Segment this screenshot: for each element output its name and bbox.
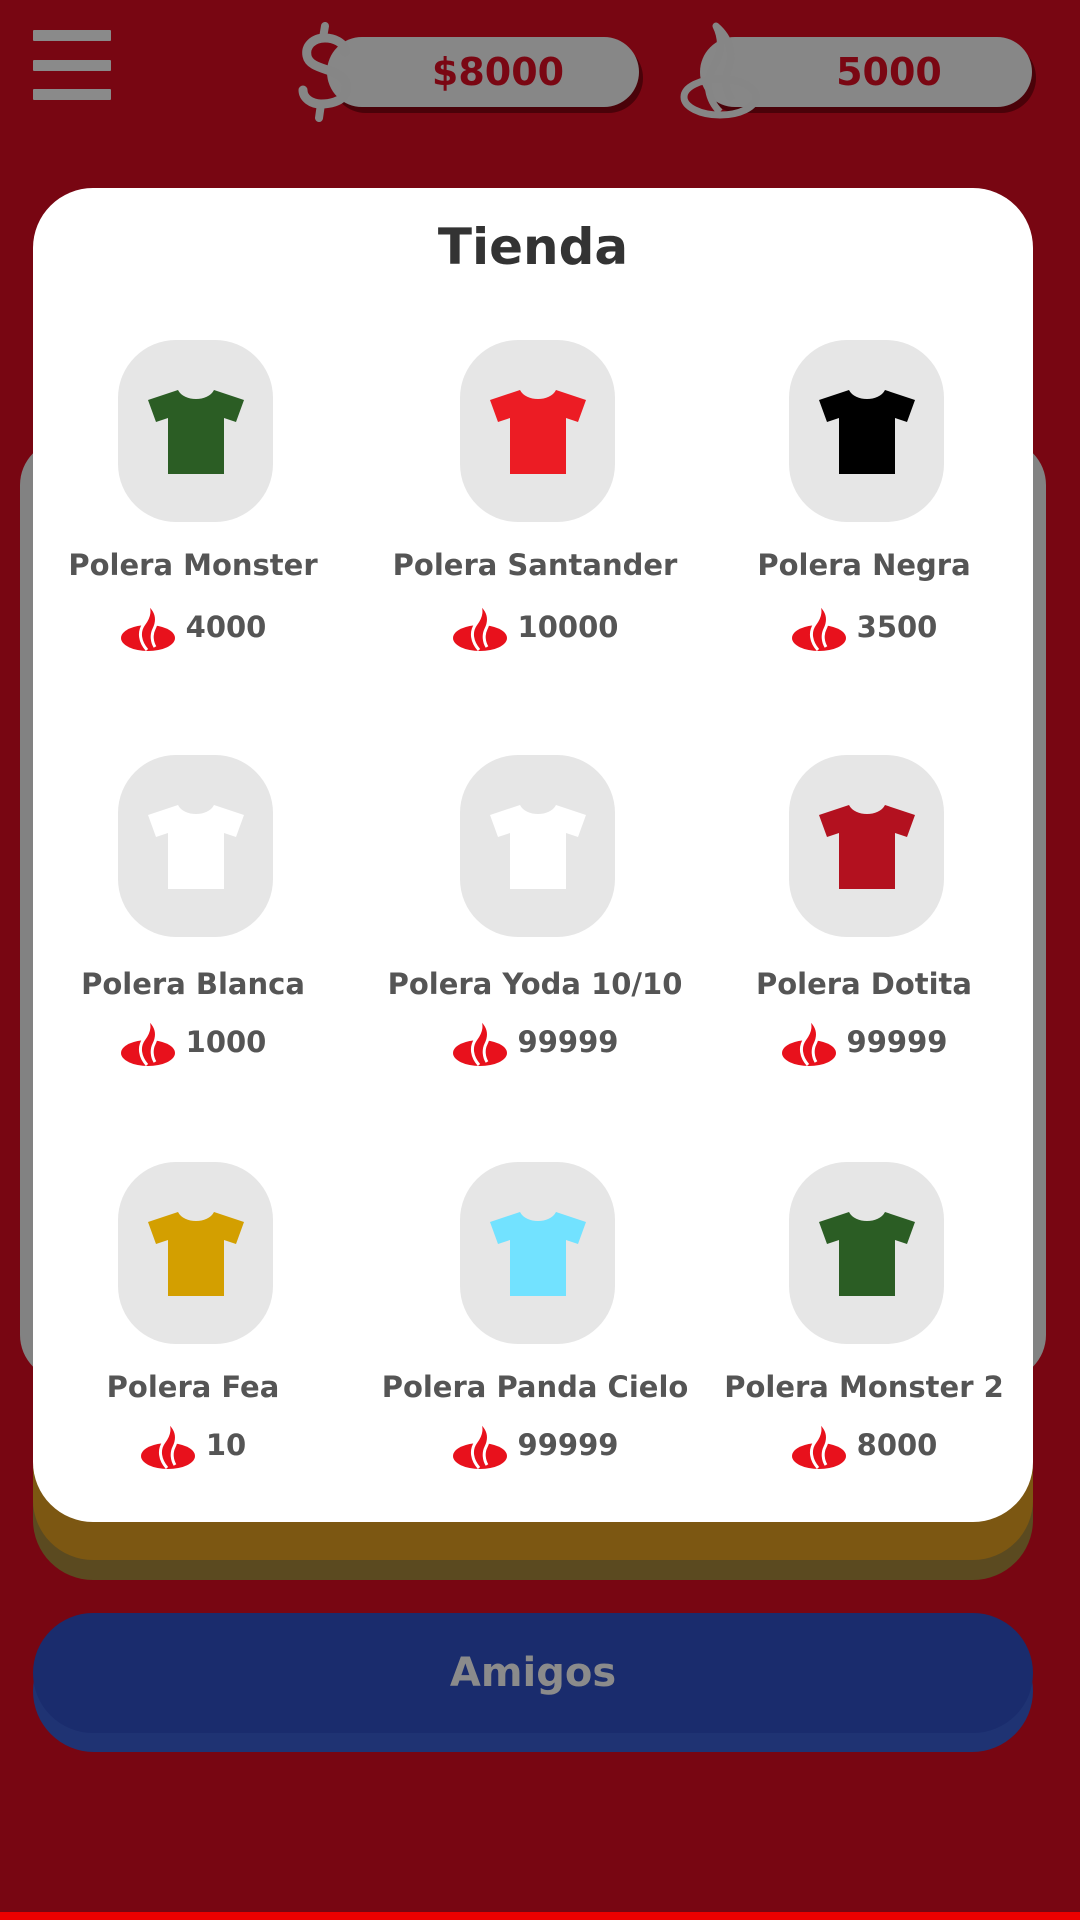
price-value: 99999 xyxy=(846,1025,948,1059)
item-thumbnail[interactable] xyxy=(118,1162,273,1344)
shirt-icon xyxy=(489,390,586,474)
item-name: Polera Monster 2 xyxy=(724,1370,1004,1404)
item-price: 1000 xyxy=(33,1017,353,1067)
shirt-icon xyxy=(818,805,915,889)
item-name: Polera Fea xyxy=(106,1370,280,1404)
shirt-icon xyxy=(489,1212,586,1296)
bottom-accent-strip xyxy=(0,1912,1080,1920)
item-thumbnail[interactable] xyxy=(118,340,273,522)
flame-currency-icon xyxy=(120,602,175,651)
points-value: 5000 xyxy=(836,50,942,94)
price-value: 1000 xyxy=(185,1025,267,1059)
item-name: Polera Monster xyxy=(68,548,318,582)
flame-currency-icon xyxy=(452,1017,507,1066)
store-item[interactable]: Polera Fea 10 xyxy=(33,1162,353,1492)
item-price: 99999 xyxy=(704,1017,1024,1067)
store-item[interactable]: Polera Monster 2 8000 xyxy=(704,1162,1024,1492)
flame-currency-icon xyxy=(120,1017,175,1066)
item-thumbnail[interactable] xyxy=(118,755,273,937)
hamburger-menu-icon[interactable] xyxy=(33,30,111,100)
item-name: Polera Blanca xyxy=(81,967,305,1001)
store-modal: Tienda Polera Monster 4000 Polera Santan… xyxy=(33,188,1033,1522)
dollar-icon xyxy=(298,22,351,122)
item-thumbnail[interactable] xyxy=(789,340,944,522)
item-thumbnail[interactable] xyxy=(460,340,615,522)
store-title: Tienda xyxy=(437,218,629,276)
store-item[interactable]: Polera Negra 3500 xyxy=(704,340,1024,670)
amigos-button[interactable]: Amigos xyxy=(33,1613,1033,1733)
money-value: $8000 xyxy=(431,50,565,94)
item-price: 10 xyxy=(33,1420,353,1470)
flame-icon xyxy=(680,22,760,119)
item-price: 99999 xyxy=(375,1017,695,1067)
flame-currency-icon xyxy=(791,602,846,651)
flame-currency-icon xyxy=(781,1017,836,1066)
shirt-icon xyxy=(818,390,915,474)
shirt-icon xyxy=(147,390,244,474)
price-value: 8000 xyxy=(856,1428,938,1462)
money-balance: $8000 xyxy=(327,37,639,107)
item-thumbnail[interactable] xyxy=(460,755,615,937)
price-value: 3500 xyxy=(856,610,938,644)
store-item[interactable]: Polera Yoda 10/10 99999 xyxy=(375,755,695,1085)
shirt-icon xyxy=(147,1212,244,1296)
shirt-icon xyxy=(818,1212,915,1296)
flame-currency-icon xyxy=(452,602,507,651)
item-thumbnail[interactable] xyxy=(789,1162,944,1344)
flame-currency-icon xyxy=(791,1420,846,1469)
item-price: 4000 xyxy=(33,602,353,652)
store-item[interactable]: Polera Santander 10000 xyxy=(375,340,695,670)
price-value: 99999 xyxy=(517,1428,619,1462)
store-item[interactable]: Polera Dotita 99999 xyxy=(704,755,1024,1085)
flame-currency-icon xyxy=(140,1420,195,1469)
item-price: 3500 xyxy=(704,602,1024,652)
item-thumbnail[interactable] xyxy=(460,1162,615,1344)
item-name: Polera Dotita xyxy=(756,967,972,1001)
item-price: 99999 xyxy=(375,1420,695,1470)
store-item[interactable]: Polera Monster 4000 xyxy=(33,340,353,670)
item-name: Polera Santander xyxy=(392,548,678,582)
shirt-icon xyxy=(147,805,244,889)
price-value: 99999 xyxy=(517,1025,619,1059)
item-thumbnail[interactable] xyxy=(789,755,944,937)
store-item[interactable]: Polera Panda Cielo 99999 xyxy=(375,1162,695,1492)
amigos-label: Amigos xyxy=(449,1650,617,1696)
shirt-icon xyxy=(489,805,586,889)
item-price: 10000 xyxy=(375,602,695,652)
item-price: 8000 xyxy=(704,1420,1024,1470)
item-name: Polera Yoda 10/10 xyxy=(387,967,683,1001)
price-value: 10000 xyxy=(517,610,619,644)
store-item[interactable]: Polera Blanca 1000 xyxy=(33,755,353,1085)
item-name: Polera Panda Cielo xyxy=(381,1370,689,1404)
price-value: 4000 xyxy=(185,610,267,644)
item-name: Polera Negra xyxy=(757,548,971,582)
price-value: 10 xyxy=(205,1428,247,1462)
flame-currency-icon xyxy=(452,1420,507,1469)
